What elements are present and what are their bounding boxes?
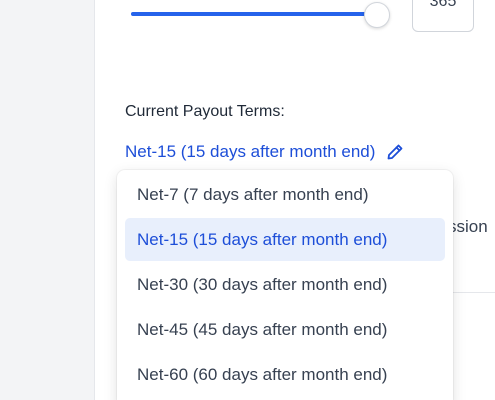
payout-terms-dropdown: Net-7 (7 days after month end) Net-15 (1… <box>117 170 453 400</box>
dropdown-option-net-30[interactable]: Net-30 (30 days after month end) <box>125 263 445 306</box>
payout-terms-value[interactable]: Net-15 (15 days after month end) <box>125 142 405 162</box>
days-input[interactable]: 365 <box>412 0 474 32</box>
dropdown-option-net-60[interactable]: Net-60 (60 days after month end) <box>125 353 445 396</box>
background-column-heading: ssion <box>448 217 488 236</box>
pencil-icon[interactable] <box>385 142 405 162</box>
dropdown-option-net-15[interactable]: Net-15 (15 days after month end) <box>125 218 445 261</box>
slider-fill <box>131 12 376 16</box>
page: 365 Current Payout Terms: Net-15 (15 day… <box>0 0 495 400</box>
payout-terms-label: Current Payout Terms: <box>125 103 285 120</box>
payout-terms-text[interactable]: Net-15 (15 days after month end) <box>125 142 375 162</box>
days-slider[interactable] <box>131 2 390 28</box>
dropdown-option-net-7[interactable]: Net-7 (7 days after month end) <box>125 173 445 216</box>
slider-thumb[interactable] <box>364 2 390 28</box>
dropdown-option-net-45[interactable]: Net-45 (45 days after month end) <box>125 308 445 351</box>
